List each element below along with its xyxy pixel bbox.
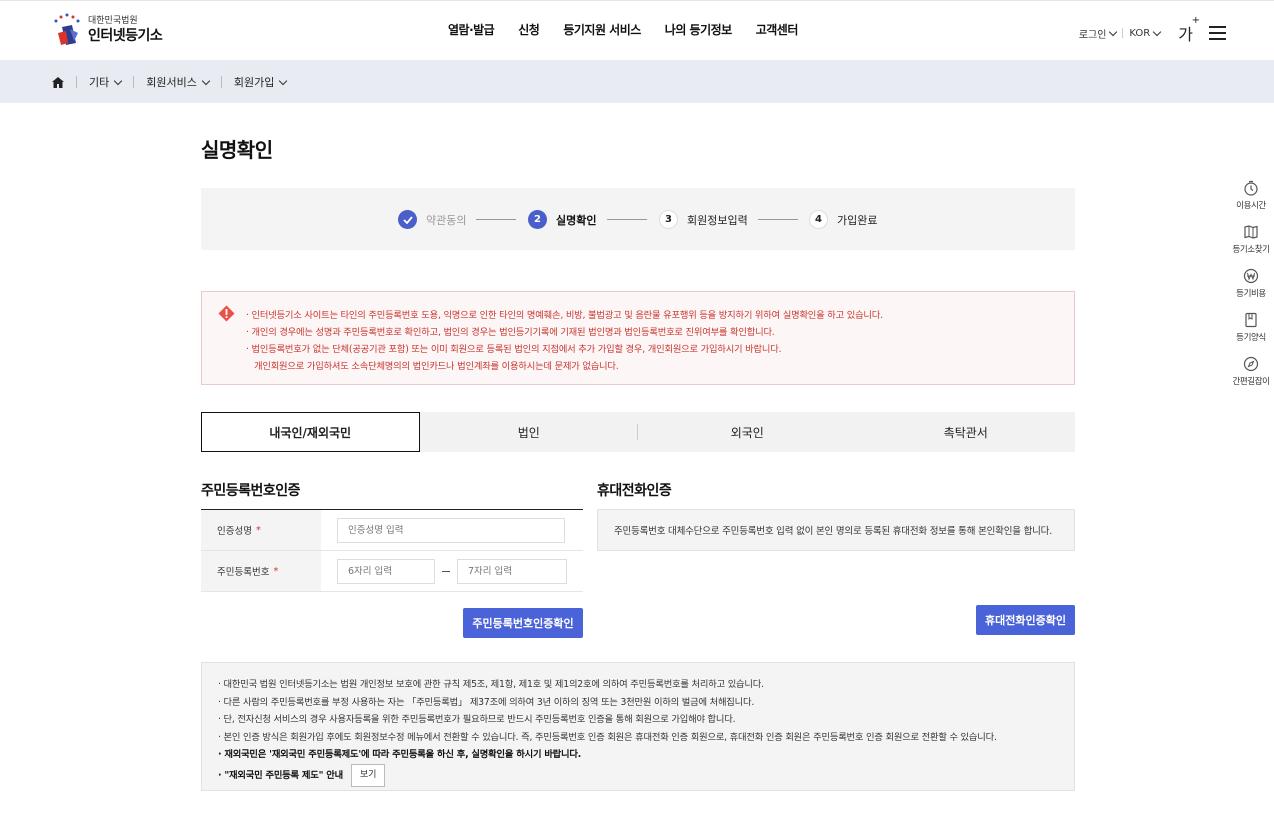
font-size-button[interactable]: 가 + xyxy=(1178,15,1200,45)
rrn-front-input[interactable] xyxy=(337,558,435,584)
tab-domestic[interactable]: 내국인/재외국민 xyxy=(201,412,420,452)
quick-item-find-office[interactable]: 등기소찾기 xyxy=(1228,224,1274,255)
nav-apply[interactable]: 신청 xyxy=(518,21,540,38)
quick-item-cost[interactable]: 등기비용 xyxy=(1228,268,1274,299)
member-type-tabs: 내국인/재외국민 법인 외국인 촉탁관서 xyxy=(201,412,1075,452)
step-label: 실명확인 xyxy=(556,213,597,227)
name-label: 인증성명 * xyxy=(201,510,321,550)
tab-commissioned-office[interactable]: 촉탁관서 xyxy=(857,412,1076,452)
breadcrumb: 기타 회원서비스 회원가입 xyxy=(52,74,288,90)
quick-item-forms[interactable]: 등기양식 xyxy=(1228,312,1274,343)
step-name-verify: 2 실명확인 xyxy=(528,210,596,229)
chevron-down-icon xyxy=(201,76,211,85)
notice-alert: · 인터넷등기소 사이트는 타인의 주민등록번호 도용, 익명으로 인한 타인의… xyxy=(201,291,1075,385)
breadcrumb-item-member-service[interactable]: 회원서비스 xyxy=(146,74,211,90)
document-icon xyxy=(1245,312,1257,328)
breadcrumb-item-join[interactable]: 회원가입 xyxy=(234,74,288,90)
court-emblem-icon xyxy=(52,13,84,47)
font-size-plus: + xyxy=(1191,15,1200,26)
step-label: 회원정보입력 xyxy=(687,213,748,227)
step-member-info: 3 회원정보입력 xyxy=(659,210,748,229)
breadcrumb-bar: 기타 회원서비스 회원가입 xyxy=(0,60,1274,103)
won-icon xyxy=(1243,268,1259,284)
breadcrumb-item-etc[interactable]: 기타 xyxy=(89,74,123,90)
auth-name-input[interactable] xyxy=(337,517,565,543)
logo-subtitle: 대한민국법원 xyxy=(88,16,138,26)
rrn-label: 주민등록번호 * xyxy=(201,551,321,591)
alert-line: · 개인의 경우에는 성명과 주민등록번호로 확인하고, 법인의 경우는 법인등… xyxy=(246,327,775,338)
login-dropdown[interactable]: 로그인 xyxy=(1078,26,1118,41)
language-label: KOR xyxy=(1129,27,1151,39)
note-line: · 본인 인증 방식은 회원가입 후에도 회원정보수정 메뉴에서 전환할 수 있… xyxy=(218,731,997,743)
notes-box: · 대한민국 법원 인터넷등기소는 법원 개인정보 보호에 관한 규칙 제5조,… xyxy=(201,662,1075,791)
map-icon xyxy=(1244,225,1258,239)
step-complete: 4 가입완료 xyxy=(809,210,877,229)
page-title: 실명확인 xyxy=(201,138,273,162)
step-label: 약관동의 xyxy=(426,213,467,227)
note-line: · 대한민국 법원 인터넷등기소는 법원 개인정보 보호에 관한 규칙 제5조,… xyxy=(218,679,764,690)
view-guide-button[interactable]: 보기 xyxy=(351,763,386,787)
nav-customer-center[interactable]: 고객센터 xyxy=(756,21,799,38)
phone-auth-button[interactable]: 휴대전화인증확인 xyxy=(976,605,1075,635)
nav-my-info[interactable]: 나의 등기정보 xyxy=(665,21,732,38)
step-number: 3 xyxy=(659,210,678,229)
note-line-overseas: · 재외국민은 '재외국민 주민등록제도'에 따라 주민등록을 하신 후, 실명… xyxy=(218,749,582,760)
clock-icon xyxy=(1244,180,1258,196)
check-icon xyxy=(398,210,417,229)
note-line-guide: · "재외국민 주민등록 제도" 안내 보기 xyxy=(218,763,997,787)
site-logo[interactable]: 대한민국법원 인터넷등기소 xyxy=(52,13,163,47)
resident-auth-button[interactable]: 주민등록번호인증확인 xyxy=(463,608,583,638)
chevron-down-icon xyxy=(114,76,123,85)
quick-item-guide[interactable]: 간편길잡이 xyxy=(1228,356,1274,387)
tab-corporation[interactable]: 법인 xyxy=(420,412,638,452)
utility-menu: 로그인 KOR 가 + xyxy=(1078,15,1226,45)
step-number: 4 xyxy=(809,210,828,229)
nav-view-issue[interactable]: 열람·발급 xyxy=(448,21,495,38)
chevron-down-icon xyxy=(1153,27,1162,36)
alert-line: · 법인등록번호가 없는 단체(공공기관 포함) 또는 이미 회원으로 등록된 … xyxy=(246,344,782,355)
header: 대한민국법원 인터넷등기소 열람·발급 신청 등기지원 서비스 나의 등기정보 … xyxy=(0,0,1274,60)
main-nav: 열람·발급 신청 등기지원 서비스 나의 등기정보 고객센터 xyxy=(448,21,822,38)
step-label: 가입완료 xyxy=(837,213,878,227)
phone-auth-title: 휴대전화인증 xyxy=(597,483,672,499)
font-size-label: 가 xyxy=(1178,25,1193,44)
compass-icon xyxy=(1243,356,1259,372)
quick-menu: 이용시간 등기소찾기 등기비용 등기양식 간편길잡이 xyxy=(1228,180,1274,400)
login-label: 로그인 xyxy=(1078,29,1107,41)
phone-auth-description: 주민등록번호 대체수단으로 주민등록번호 입력 없이 본인 명의로 등록된 휴대… xyxy=(597,509,1075,551)
chevron-down-icon xyxy=(279,76,288,85)
signup-steps: 약관동의 2 실명확인 3 회원정보입력 4 가입완료 xyxy=(201,188,1075,250)
resident-auth-form: 인증성명* 주민등록번호* xyxy=(201,509,583,592)
util-divider xyxy=(1122,28,1124,38)
home-icon[interactable] xyxy=(52,76,64,88)
resident-auth-title: 주민등록번호인증 xyxy=(201,483,301,499)
note-line: · 다른 사람의 주민등록번호를 부정 사용하는 자는 「주민등록법」 제37조… xyxy=(218,696,755,708)
rrn-back-input[interactable] xyxy=(457,558,567,584)
note-line: · 단, 전자신청 서비스의 경우 사용자등록을 위한 주민등록번호가 필요하므… xyxy=(218,714,736,725)
language-dropdown[interactable]: KOR xyxy=(1129,27,1162,39)
tab-foreigner[interactable]: 외국인 xyxy=(638,412,857,452)
step-number: 2 xyxy=(528,210,547,229)
hamburger-menu-icon[interactable] xyxy=(1209,26,1226,40)
quick-item-hours[interactable]: 이용시간 xyxy=(1228,180,1274,211)
logo-title: 인터넷등기소 xyxy=(88,28,163,44)
nav-support[interactable]: 등기지원 서비스 xyxy=(563,21,641,38)
step-terms: 약관동의 xyxy=(398,210,466,229)
alert-line: 개인회원으로 가입하셔도 소속단체명의의 법인카드나 법인계좌를 이용하시는데 … xyxy=(254,361,619,372)
warning-icon xyxy=(218,305,235,322)
alert-line: · 인터넷등기소 사이트는 타인의 주민등록번호 도용, 익명으로 인한 타인의… xyxy=(246,310,883,321)
chevron-down-icon xyxy=(1109,27,1118,36)
